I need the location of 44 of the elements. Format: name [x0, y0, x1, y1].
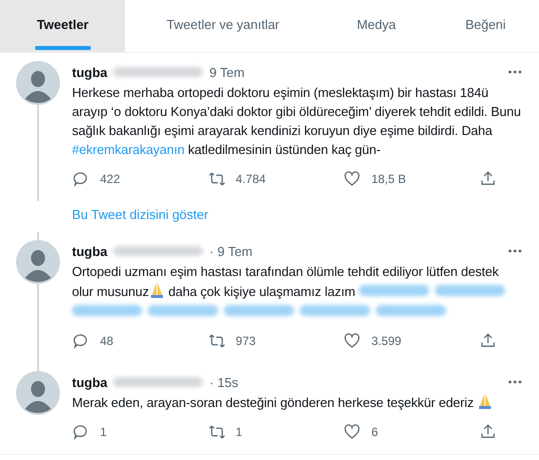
- reply-count: 1: [100, 425, 107, 439]
- reply-icon[interactable]: [72, 332, 90, 350]
- like-count: 3.599: [371, 334, 402, 348]
- profile-tab[interactable]: Tweetler: [0, 0, 126, 52]
- tweet-time[interactable]: 9 Tem: [209, 64, 245, 80]
- user-name[interactable]: tugba: [72, 244, 108, 258]
- tweet-text: Ortopedi uzmanı eşim hastası tarafından ölümle tehdit ediliyor lütfen destek olur musunuz daha çok kişiye ulaşmamız lazım: [72, 262, 523, 321]
- retweet-count: 973: [236, 334, 256, 348]
- blurred-mention: [376, 305, 446, 316]
- avatar[interactable]: [16, 240, 60, 284]
- tweet-time[interactable]: · 9 Tem: [209, 244, 252, 258]
- retweet-icon[interactable]: [208, 423, 226, 441]
- blurred-mention: [72, 305, 142, 316]
- tweet-text: Herkese merhaba ortopedi doktoru eşimin (meslektaşım) bir hastası 184ü arayıp ‘o doktoru Konya’daki doktor gibi öldüreceğim’ diyerek tehdit edildi. Bunu sağlık bakanlığı eşimi arayarak kendinizi koruyun diye eşime bildirdi. Daha #ekremkarakayanın katledilmesinin üstünden kaç gün-: [72, 84, 522, 159]
- blurred-mention: [434, 285, 505, 296]
- share-icon[interactable]: [478, 332, 497, 350]
- avatar[interactable]: [16, 61, 60, 105]
- profile-tab[interactable]: Beğeni: [432, 0, 539, 52]
- user-name[interactable]: tugba: [72, 64, 108, 80]
- blurred-mention: [300, 305, 370, 316]
- blurred-mention: [358, 285, 429, 296]
- like-count: 18,5 B: [371, 172, 406, 186]
- like-count: 6: [371, 425, 378, 439]
- share-icon[interactable]: [478, 170, 497, 188]
- reply-icon[interactable]: [72, 423, 90, 441]
- profile-tab[interactable]: Medya: [320, 0, 432, 52]
- retweet-icon[interactable]: [208, 332, 226, 350]
- reply-count: 422: [100, 172, 120, 186]
- reply-count: 48: [100, 334, 114, 348]
- blurred-mention: [148, 305, 218, 316]
- heart-icon[interactable]: [343, 332, 362, 350]
- blurred-mention: [224, 305, 294, 316]
- reply-icon[interactable]: [72, 170, 90, 188]
- retweet-count: 4.784: [236, 172, 266, 186]
- heart-icon[interactable]: [343, 170, 362, 188]
- profile-tab[interactable]: Tweetler ve yanıtlar: [125, 0, 321, 52]
- tweet-time[interactable]: · 15s: [209, 374, 238, 390]
- retweet-count: 1: [236, 425, 242, 439]
- avatar[interactable]: [16, 371, 60, 415]
- retweet-icon[interactable]: [208, 170, 226, 188]
- heart-icon[interactable]: [343, 423, 362, 441]
- share-icon[interactable]: [478, 423, 497, 441]
- tweet-text: Merak eden, arayan-soran desteğini gönderen herkese teşekkür ederiz: [72, 393, 523, 412]
- user-name[interactable]: tugba: [72, 374, 108, 390]
